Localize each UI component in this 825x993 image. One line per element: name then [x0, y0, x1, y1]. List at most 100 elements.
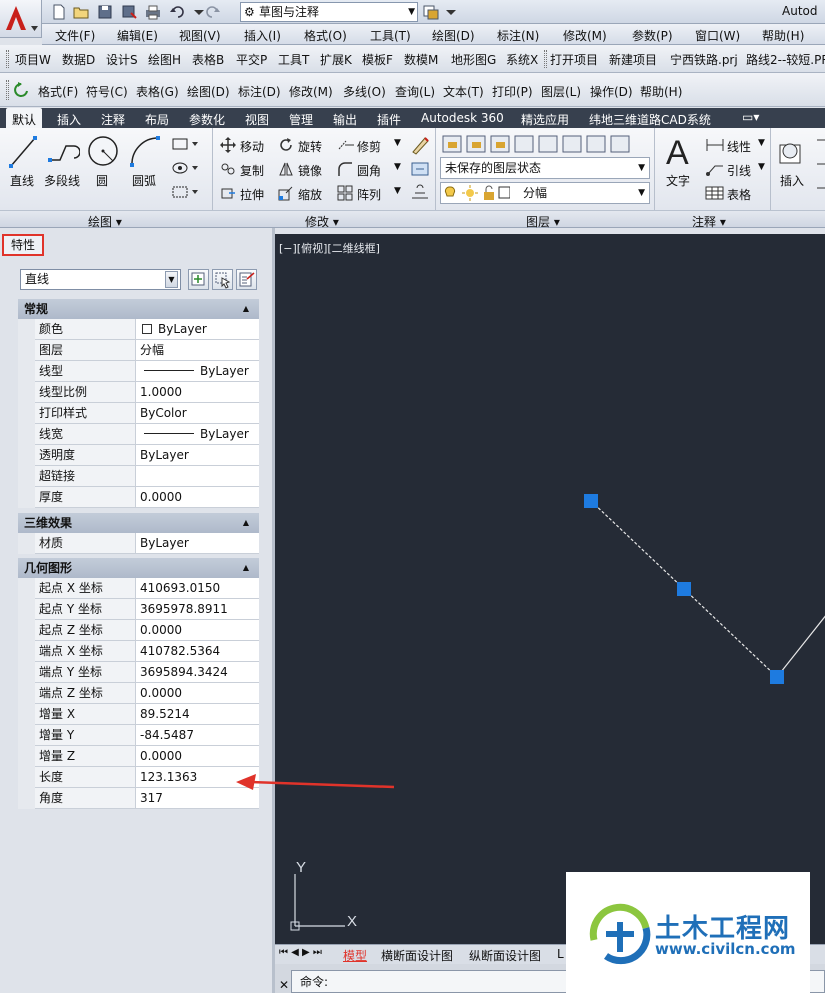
fillet-dropdown-icon[interactable]: ▼ [394, 162, 401, 172]
tab-weidi-road[interactable]: 纬地三维道路CAD系统 [589, 111, 711, 128]
offset-icon[interactable] [409, 184, 431, 202]
copy-label[interactable]: 复制 [240, 162, 264, 179]
text-tool-label[interactable]: 文字 [666, 172, 690, 189]
tab-model[interactable]: 模型 [343, 947, 367, 964]
close-icon[interactable]: ✕ [279, 978, 289, 992]
tb-dtm[interactable]: 数模M [404, 51, 438, 68]
tab-output[interactable]: 输出 [333, 111, 357, 128]
trim-icon[interactable] [337, 137, 355, 153]
tb-intersection[interactable]: 平交P [236, 51, 267, 68]
property-value[interactable]: -84.5487 [138, 725, 258, 745]
grip-midpoint[interactable] [677, 582, 691, 596]
tab-featured-apps[interactable]: 精选应用 [521, 111, 569, 128]
tb-project-file[interactable]: 宁西铁路.prj [670, 51, 738, 68]
arc-tool-label[interactable]: 圆弧 [132, 172, 156, 189]
fillet-label[interactable]: 圆角 [357, 162, 381, 179]
array-label[interactable]: 阵列 [357, 186, 381, 203]
tab-manage[interactable]: 管理 [289, 111, 313, 128]
save-icon[interactable] [96, 3, 114, 21]
selected-line-segment[interactable] [590, 500, 685, 590]
leader-label[interactable]: 引线 [727, 162, 751, 179]
save-as-icon[interactable] [120, 3, 138, 21]
property-value[interactable]: 3695894.3424 [138, 662, 258, 682]
linear-dim-label[interactable]: 线性 [727, 138, 751, 155]
array-dropdown-icon[interactable]: ▼ [394, 186, 401, 196]
panel-title-modify[interactable]: 修改 ▾ [305, 213, 339, 230]
grip-start[interactable] [584, 494, 598, 508]
rotate-icon[interactable] [278, 137, 294, 153]
property-value[interactable]: ByColor [138, 403, 258, 423]
rectangle-tool-icon[interactable] [170, 136, 200, 152]
menu-view[interactable]: 视图(V) [179, 27, 221, 44]
tab-profile[interactable]: 纵断面设计图 [469, 947, 541, 964]
select-objects-button[interactable] [212, 269, 233, 290]
panel-title-layers[interactable]: 图层 ▾ [526, 213, 560, 230]
tab-layout[interactable]: 布局 [145, 111, 169, 128]
property-value[interactable]: 0.0000 [138, 487, 258, 507]
tb3-table[interactable]: 表格(G) [136, 83, 179, 100]
section-3d-effects[interactable]: 三维效果 ▲ [18, 513, 259, 533]
stretch-icon[interactable] [220, 185, 236, 201]
stretch-label[interactable]: 拉伸 [240, 186, 264, 203]
property-row[interactable]: 线宽 ByLayer [35, 424, 259, 445]
drawing-canvas[interactable]: Y X [275, 234, 825, 944]
property-value[interactable]: ByLayer [138, 319, 258, 339]
property-row[interactable]: 线型比例 1.0000 [35, 382, 259, 403]
panel-title-annotation[interactable]: 注释 ▾ [692, 213, 726, 230]
insert-label[interactable]: 插入 [780, 172, 804, 189]
insert-block-icon[interactable] [776, 137, 806, 169]
trim-label[interactable]: 修剪 [357, 138, 381, 155]
tb-system[interactable]: 系统X [506, 51, 538, 68]
fillet-icon[interactable] [337, 161, 353, 177]
property-value[interactable]: 410782.5364 [138, 641, 258, 661]
property-value[interactable]: ByLayer [138, 533, 258, 553]
ribbon-minimize-icon[interactable]: ▭▾ [742, 110, 759, 124]
menu-dimension[interactable]: 标注(N) [497, 27, 539, 44]
menu-format[interactable]: 格式(O) [304, 27, 347, 44]
tb3-format[interactable]: 格式(F) [38, 83, 78, 100]
tb3-symbol[interactable]: 符号(C) [86, 83, 128, 100]
toggle-pickadd-button[interactable] [188, 269, 209, 290]
line-tool-icon[interactable] [8, 134, 38, 170]
dim-dropdown-icon[interactable]: ▼ [758, 138, 765, 148]
menu-edit[interactable]: 编辑(E) [117, 27, 158, 44]
menu-window[interactable]: 窗口(W) [695, 27, 740, 44]
tab-annotate[interactable]: 注释 [101, 111, 125, 128]
tb-data[interactable]: 数据D [62, 51, 95, 68]
new-file-icon[interactable] [50, 3, 68, 21]
property-value[interactable] [138, 466, 258, 486]
layer-properties-icon[interactable] [441, 134, 651, 154]
undo-icon[interactable] [168, 3, 186, 21]
menu-parametric[interactable]: 参数(P) [632, 27, 673, 44]
tb-project[interactable]: 项目W [15, 51, 51, 68]
polyline-tool-icon[interactable] [48, 136, 80, 168]
property-row[interactable]: 增量 Y -84.5487 [35, 725, 259, 746]
property-row[interactable]: 图层 分幅 [35, 340, 259, 361]
tab-default[interactable]: 默认 [6, 108, 43, 128]
tb3-multiline[interactable]: 多线(O) [343, 83, 386, 100]
property-row[interactable]: 厚度 0.0000 [35, 487, 259, 508]
tab-cross-section[interactable]: 横断面设计图 [381, 947, 453, 964]
line-tool-label[interactable]: 直线 [10, 172, 34, 189]
scale-label[interactable]: 缩放 [298, 186, 322, 203]
circle-tool-icon[interactable] [86, 134, 120, 168]
property-value[interactable]: ByLayer [138, 445, 258, 465]
property-row[interactable]: 起点 X 坐标 410693.0150 [35, 578, 259, 599]
property-value[interactable]: ByLayer [138, 361, 258, 381]
table-icon[interactable] [705, 186, 725, 200]
layer-properties-icon[interactable] [422, 3, 440, 21]
tab-layout-more[interactable]: L [557, 947, 564, 961]
mirror-label[interactable]: 镜像 [298, 162, 322, 179]
property-row[interactable]: 起点 Y 坐标 3695978.8911 [35, 599, 259, 620]
property-value[interactable]: 410693.0150 [138, 578, 258, 598]
property-row[interactable]: 超链接 [35, 466, 259, 487]
open-file-icon[interactable] [72, 3, 90, 21]
tb3-print[interactable]: 打印(P) [492, 83, 533, 100]
redo-icon[interactable] [204, 3, 222, 21]
tab-parametric[interactable]: 参数化 [189, 111, 225, 128]
menu-draw[interactable]: 绘图(D) [432, 27, 475, 44]
viewport-controls[interactable]: [−][俯视][二维线框] [279, 240, 380, 256]
property-row[interactable]: 角度 317 [35, 788, 259, 809]
tb3-query[interactable]: 查询(L) [395, 83, 435, 100]
menu-help[interactable]: 帮助(H) [762, 27, 804, 44]
